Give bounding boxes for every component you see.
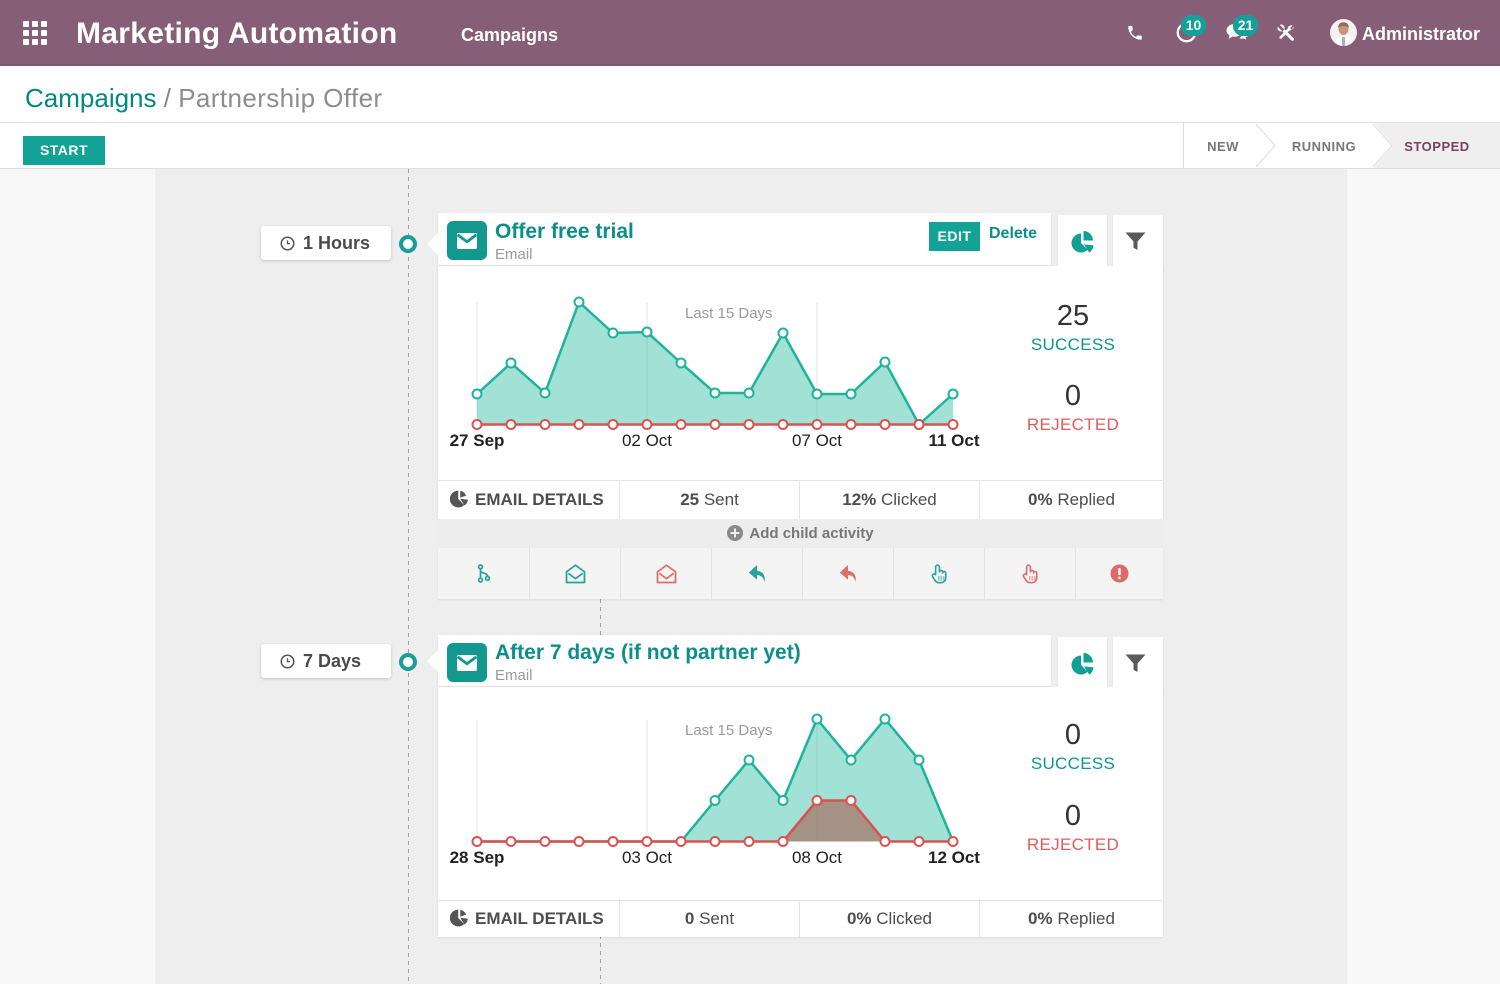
svg-text:Last 15 Days: Last 15 Days (685, 305, 773, 322)
svg-text:STOPPED: STOPPED (1404, 139, 1469, 154)
svg-text:NEW: NEW (1207, 139, 1239, 154)
svg-text:02 Oct: 02 Oct (622, 431, 672, 450)
svg-text:08 Oct: 08 Oct (792, 848, 842, 867)
svg-text:27 Sep: 27 Sep (450, 431, 505, 450)
svg-text:RUNNING: RUNNING (1292, 139, 1356, 154)
svg-text:Last 15 Days: Last 15 Days (685, 722, 773, 739)
svg-text:12 Oct: 12 Oct (928, 848, 980, 867)
svg-text:11 Oct: 11 Oct (928, 431, 979, 450)
svg-text:28 Sep: 28 Sep (450, 848, 505, 867)
svg-text:07 Oct: 07 Oct (792, 431, 842, 450)
svg-text:03 Oct: 03 Oct (622, 848, 672, 867)
